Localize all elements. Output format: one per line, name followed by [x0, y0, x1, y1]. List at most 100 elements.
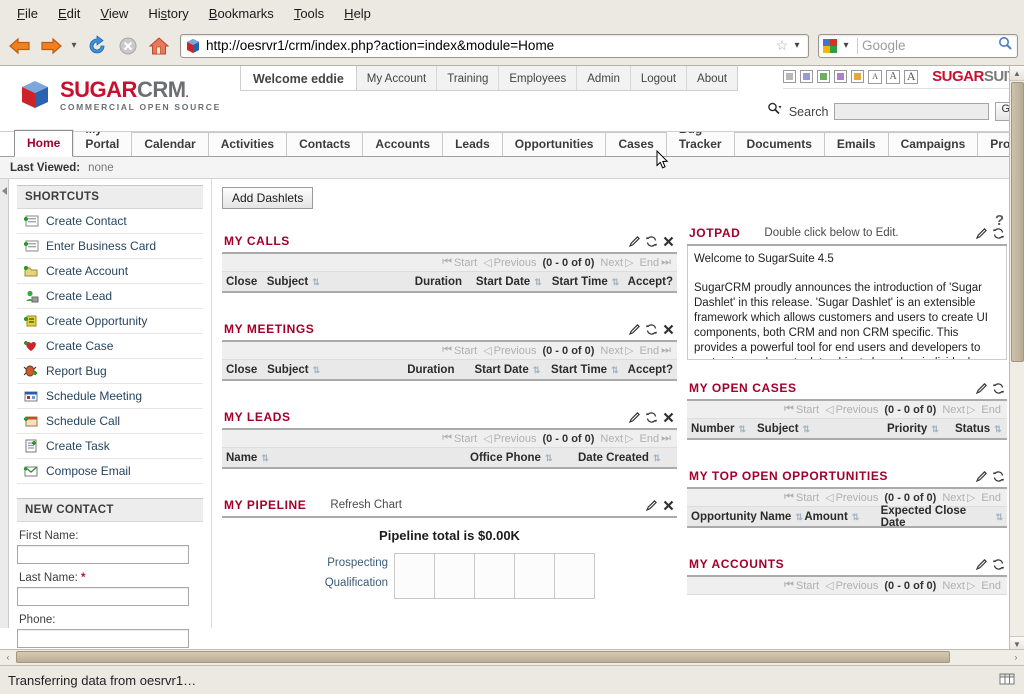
shortcut-enter-business-card[interactable]: Enter Business Card	[17, 234, 203, 259]
pager-previous[interactable]: ◁ Previous	[825, 579, 878, 593]
shortcut-create-lead[interactable]: Create Lead	[17, 284, 203, 309]
horizontal-scrollbar[interactable]: ‹ ›	[0, 649, 1024, 665]
top-link-about[interactable]: About	[687, 66, 737, 90]
scroll-up-button[interactable]: ▲	[1010, 66, 1024, 81]
pager-previous[interactable]: ◁ Previous	[825, 403, 878, 417]
browser-search-box[interactable]: ▾ Google	[818, 33, 1018, 58]
shortcut-label[interactable]: Report Bug	[46, 364, 107, 378]
tab-calendar[interactable]: Calendar	[131, 132, 209, 156]
add-dashlets-button[interactable]: Add Dashlets	[222, 187, 314, 209]
pager-previous[interactable]: ◁ Previous	[483, 432, 536, 446]
top-link-my-account[interactable]: My Account	[357, 66, 438, 90]
shortcut-create-account[interactable]: Create Account	[17, 259, 203, 284]
app-search-input[interactable]	[834, 103, 990, 120]
horizontal-scroll-track[interactable]	[16, 650, 1008, 665]
shortcut-create-task[interactable]: Create Task	[17, 434, 203, 459]
close-x-icon[interactable]	[662, 323, 675, 336]
jotpad-text-area[interactable]: Welcome to SugarSuite 4.5 SugarCRM proud…	[687, 246, 1007, 360]
phone-input[interactable]	[17, 629, 189, 648]
menu-tools[interactable]: Tools	[285, 3, 333, 24]
first-name-input[interactable]	[17, 545, 189, 564]
pencil-edit-icon[interactable]	[975, 470, 988, 483]
tab-contacts[interactable]: Contacts	[286, 132, 364, 156]
vertical-scroll-thumb[interactable]	[1011, 82, 1024, 362]
theme-swatch-green[interactable]	[817, 70, 831, 83]
refresh-icon[interactable]	[645, 411, 658, 424]
font-size-small-button[interactable]: A	[868, 69, 883, 84]
theme-swatch-purple[interactable]	[834, 70, 848, 83]
bookmark-star-icon[interactable]: ☆	[774, 37, 790, 54]
shortcut-create-opportunity[interactable]: Create Opportunity	[17, 309, 203, 334]
pager-next[interactable]: Next ▷	[942, 491, 975, 505]
shortcut-label[interactable]: Create Opportunity	[46, 314, 147, 328]
col-priority[interactable]: Priority ⇅	[887, 423, 955, 435]
shortcut-label[interactable]: Create Lead	[46, 289, 112, 303]
pager-end[interactable]: End ⏭	[640, 344, 671, 357]
col-start-time[interactable]: Start Time ⇅	[551, 364, 628, 376]
shortcut-create-case[interactable]: Create Case	[17, 334, 203, 359]
pager-previous[interactable]: ◁ Previous	[483, 344, 536, 358]
top-link-training[interactable]: Training	[437, 66, 500, 90]
scroll-right-button[interactable]: ›	[1008, 650, 1024, 665]
refresh-icon[interactable]	[992, 382, 1005, 395]
url-text[interactable]: http://oesrvr1/crm/index.php?action=inde…	[206, 38, 774, 53]
shortcut-schedule-meeting[interactable]: Schedule Meeting	[17, 384, 203, 409]
theme-swatch-gray[interactable]	[783, 70, 797, 83]
pager-end[interactable]: End	[981, 580, 1001, 592]
col-expected-close-date[interactable]: Expected Close Date ⇅	[881, 505, 1003, 529]
pager-start[interactable]: ⏮ Start	[442, 344, 477, 357]
search-magnifier-icon[interactable]	[996, 36, 1014, 56]
font-size-large-button[interactable]: A	[904, 69, 919, 84]
pager-next[interactable]: Next ▷	[942, 579, 975, 593]
shortcut-label[interactable]: Create Case	[46, 339, 113, 353]
shortcut-label[interactable]: Enter Business Card	[46, 239, 156, 253]
top-link-logout[interactable]: Logout	[631, 66, 688, 90]
col-start-time[interactable]: Start Time ⇅	[552, 276, 628, 288]
menu-view[interactable]: View	[91, 3, 137, 24]
pencil-edit-icon[interactable]	[975, 558, 988, 571]
menu-file[interactable]: File	[8, 3, 47, 24]
top-link-admin[interactable]: Admin	[577, 66, 631, 90]
col-date-created[interactable]: Date Created ⇅	[578, 452, 661, 464]
pager-next[interactable]: Next ▷	[600, 344, 633, 358]
menu-history[interactable]: History	[139, 3, 197, 24]
pager-next[interactable]: Next ▷	[942, 403, 975, 417]
chevron-down-icon[interactable]: ▾	[790, 40, 804, 51]
close-x-icon[interactable]	[662, 499, 675, 512]
shortcut-label[interactable]: Schedule Meeting	[46, 389, 142, 403]
col-subject[interactable]: Subject ⇅	[757, 423, 887, 435]
history-dropdown-button[interactable]: ▾	[68, 36, 80, 56]
col-start-date[interactable]: Start Date ⇅	[474, 364, 551, 376]
pager-start[interactable]: ⏮ Start	[784, 403, 819, 416]
top-link-employees[interactable]: Employees	[499, 66, 578, 90]
tab-home[interactable]: Home	[14, 130, 74, 157]
refresh-icon[interactable]	[992, 470, 1005, 483]
col-start-date[interactable]: Start Date ⇅	[476, 276, 552, 288]
shortcut-label[interactable]: Create Contact	[46, 214, 127, 228]
shortcut-create-contact[interactable]: Create Contact	[17, 209, 203, 234]
pencil-edit-icon[interactable]	[628, 235, 641, 248]
col-number[interactable]: Number ⇅	[691, 423, 757, 435]
refresh-icon[interactable]	[645, 323, 658, 336]
browser-search-input[interactable]: Google	[862, 38, 996, 53]
font-size-medium-button[interactable]: A	[886, 69, 901, 84]
tab-leads[interactable]: Leads	[442, 132, 503, 156]
pencil-edit-icon[interactable]	[628, 411, 641, 424]
search-engine-chevron-icon[interactable]: ▾	[839, 40, 853, 51]
tab-emails[interactable]: Emails	[823, 132, 889, 156]
tab-campaigns[interactable]: Campaigns	[887, 132, 979, 156]
pager-end[interactable]: End ⏭	[640, 256, 671, 269]
scroll-left-button[interactable]: ‹	[0, 650, 16, 665]
menu-edit[interactable]: Edit	[49, 3, 89, 24]
theme-swatch-blue[interactable]	[800, 70, 814, 83]
window-resize-grip-icon[interactable]	[998, 671, 1016, 690]
sidebar-collapse-handle[interactable]	[0, 179, 9, 628]
pager-start[interactable]: ⏮ Start	[442, 256, 477, 269]
shortcut-report-bug[interactable]: Report Bug	[17, 359, 203, 384]
col-amount[interactable]: Amount ⇅	[804, 511, 880, 523]
reload-button[interactable]	[83, 32, 111, 60]
pencil-edit-icon[interactable]	[628, 323, 641, 336]
horizontal-scroll-thumb[interactable]	[16, 651, 950, 663]
help-icon[interactable]: ?	[995, 212, 1004, 229]
shortcut-label[interactable]: Compose Email	[46, 464, 131, 478]
